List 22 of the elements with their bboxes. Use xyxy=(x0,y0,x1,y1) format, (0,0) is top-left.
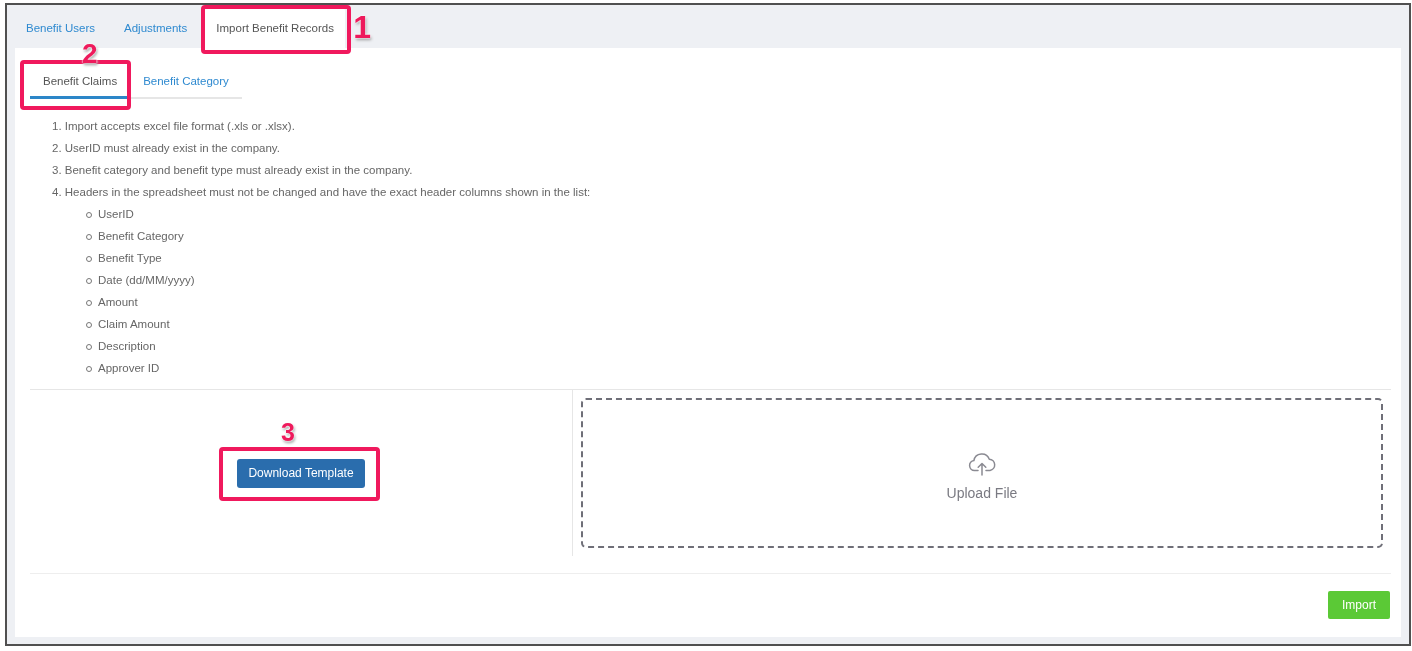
annotation-number: 1 xyxy=(353,11,371,43)
instruction-text: 2. UserID must already exist in the company. xyxy=(52,141,280,157)
annotation-number: 3 xyxy=(281,419,295,445)
tab[interactable]: Adjustments xyxy=(113,8,199,48)
instruction-text: 1. Import accepts excel file format (.xls or .xlsx). xyxy=(52,119,295,135)
cloud-upload-icon xyxy=(967,452,997,476)
sub-tab[interactable]: Benefit Category xyxy=(130,66,242,99)
upload-dropzone[interactable]: Upload File xyxy=(581,398,1383,548)
upload-label: Upload File xyxy=(946,484,1018,503)
column-name: Benefit Type xyxy=(98,251,162,267)
sub-tab[interactable]: Benefit Claims xyxy=(30,66,131,99)
column-name: Amount xyxy=(98,295,138,311)
column-name: Approver ID xyxy=(98,361,160,377)
column-name: Date (dd/MM/yyyy) xyxy=(98,273,195,289)
column-name: UserID xyxy=(98,207,134,223)
column-name: Description xyxy=(98,339,156,355)
column-name: Benefit Category xyxy=(98,229,184,245)
tab[interactable]: Import Benefit Records xyxy=(205,8,345,48)
download-template-button[interactable]: Download Template xyxy=(237,458,365,488)
instruction-text: 3. Benefit category and benefit type must already exist in the company. xyxy=(52,163,413,179)
column-name: Claim Amount xyxy=(98,317,170,333)
instruction-text: 4. Headers in the spreadsheet must not be changed and have the exact header columns shown in the list: xyxy=(52,185,591,201)
